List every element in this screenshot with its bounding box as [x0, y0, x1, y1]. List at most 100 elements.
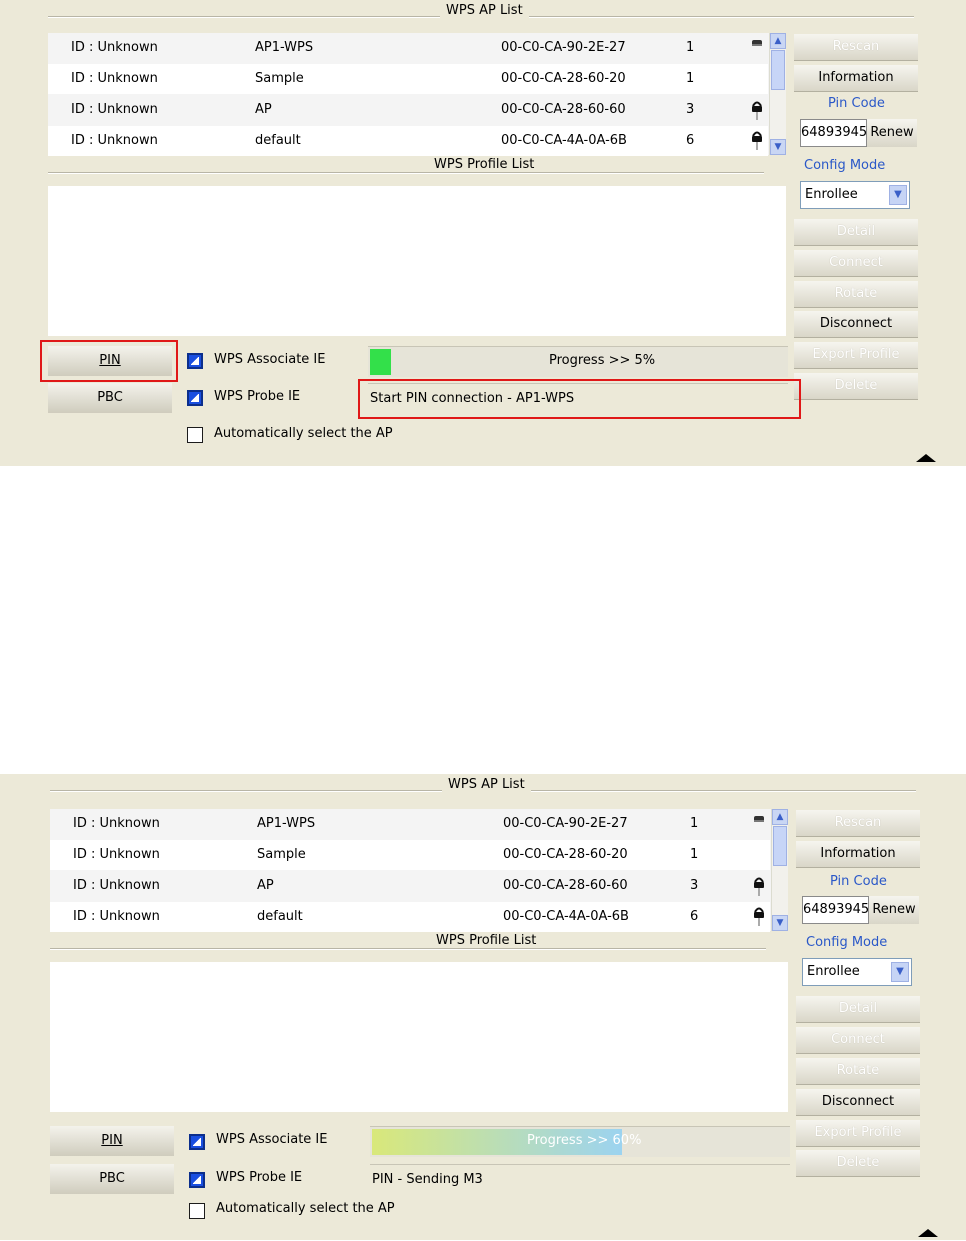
- pin-button[interactable]: PIN: [50, 1126, 174, 1156]
- config-mode-select[interactable]: Enrollee ▼: [802, 958, 912, 986]
- ap-list-scrollbar[interactable]: ▲ ▼: [769, 33, 786, 155]
- ap-row[interactable]: ID : Unknown Sample 00-C0-CA-28-60-20 1: [50, 840, 770, 870]
- pin-code-label: Pin Code: [830, 874, 887, 889]
- ap-channel: 6: [690, 909, 699, 924]
- ap-bssid: 00-C0-CA-28-60-60: [503, 878, 628, 893]
- ap-ssid: AP: [255, 102, 272, 117]
- ap-ssid: AP: [257, 878, 274, 893]
- delete-button[interactable]: Delete: [796, 1150, 920, 1177]
- ap-id: ID : Unknown: [73, 878, 160, 893]
- ap-list-scrollbar[interactable]: ▲ ▼: [771, 809, 788, 931]
- ap-row[interactable]: ID : Unknown AP1-WPS 00-C0-CA-90-2E-27 1: [50, 809, 770, 839]
- scroll-down-icon[interactable]: ▼: [770, 139, 786, 155]
- ap-bssid: 00-C0-CA-90-2E-27: [503, 816, 628, 831]
- pin-code-field[interactable]: 64893945: [800, 119, 867, 147]
- probe-ie-checkbox[interactable]: [187, 390, 203, 406]
- ap-bssid: 00-C0-CA-4A-0A-6B: [501, 133, 627, 148]
- ap-ssid: AP1-WPS: [255, 40, 314, 55]
- ap-row[interactable]: ID : Unknown AP1-WPS 00-C0-CA-90-2E-27 1: [48, 33, 768, 63]
- probe-ie-label: WPS Probe IE: [216, 1170, 303, 1185]
- associate-ie-checkbox[interactable]: [189, 1134, 205, 1150]
- pbc-button[interactable]: PBC: [48, 383, 172, 413]
- ap-list[interactable]: ID : Unknown AP1-WPS 00-C0-CA-90-2E-27 1…: [48, 33, 786, 156]
- auto-select-checkbox[interactable]: [187, 427, 203, 443]
- status-field: PIN - Sending M3: [370, 1164, 790, 1195]
- lock-icon: [752, 131, 762, 150]
- pin-code-label: Pin Code: [828, 96, 885, 111]
- delete-button[interactable]: Delete: [794, 373, 918, 400]
- export-profile-button[interactable]: Export Profile: [796, 1120, 920, 1147]
- detail-button[interactable]: Detail: [796, 996, 920, 1023]
- export-profile-button[interactable]: Export Profile: [794, 342, 918, 369]
- connect-button[interactable]: Connect: [796, 1027, 920, 1054]
- pin-button-label: PIN: [101, 1133, 123, 1148]
- renew-button[interactable]: Renew: [867, 119, 917, 147]
- auto-select-checkbox[interactable]: [189, 1203, 205, 1219]
- auto-select-label: Automatically select the AP: [216, 1201, 395, 1216]
- rotate-button[interactable]: Rotate: [796, 1058, 920, 1085]
- ap-row[interactable]: ID : Unknown Sample 00-C0-CA-28-60-20 1: [48, 64, 768, 94]
- pin-code-field[interactable]: 64893945: [802, 896, 869, 924]
- ap-row[interactable]: ID : Unknown AP 00-C0-CA-28-60-60 3: [48, 95, 768, 125]
- auto-select-label: Automatically select the AP: [214, 426, 393, 441]
- open-lock-icon: [752, 40, 762, 46]
- scrollbar-thumb[interactable]: [771, 50, 785, 90]
- collapse-arrow-icon[interactable]: [918, 1229, 938, 1237]
- associate-ie-label: WPS Associate IE: [216, 1132, 328, 1147]
- ap-row[interactable]: ID : Unknown default 00-C0-CA-4A-0A-6B 6: [48, 126, 768, 156]
- progress-text: Progress >> 5%: [549, 353, 656, 368]
- rotate-button[interactable]: Rotate: [794, 281, 918, 308]
- progress-fill: [370, 349, 391, 375]
- ap-channel: 3: [690, 878, 699, 893]
- disconnect-button[interactable]: Disconnect: [796, 1089, 920, 1116]
- profile-list-title: WPS Profile List: [430, 933, 543, 948]
- profile-list-title: WPS Profile List: [428, 157, 541, 172]
- chevron-down-icon[interactable]: ▼: [889, 185, 907, 205]
- ap-ssid: default: [255, 133, 301, 148]
- profile-list-divider: [48, 172, 764, 174]
- ap-channel: 1: [686, 40, 695, 55]
- chevron-down-icon[interactable]: ▼: [891, 962, 909, 982]
- ap-list[interactable]: ID : Unknown AP1-WPS 00-C0-CA-90-2E-27 1…: [50, 809, 788, 932]
- config-mode-select[interactable]: Enrollee ▼: [800, 181, 910, 209]
- ap-id: ID : Unknown: [71, 133, 158, 148]
- ap-row[interactable]: ID : Unknown default 00-C0-CA-4A-0A-6B 6: [50, 902, 770, 932]
- ap-bssid: 00-C0-CA-90-2E-27: [501, 40, 626, 55]
- probe-ie-checkbox[interactable]: [189, 1172, 205, 1188]
- disconnect-button[interactable]: Disconnect: [794, 311, 918, 338]
- wps-panel-step-1: WPS AP List ID : Unknown AP1-WPS 00-C0-C…: [0, 0, 966, 466]
- probe-ie-label: WPS Probe IE: [214, 389, 301, 404]
- associate-ie-checkbox[interactable]: [187, 353, 203, 369]
- profile-list[interactable]: [50, 962, 788, 1112]
- ap-list-title: WPS AP List: [442, 777, 531, 792]
- lock-icon: [754, 907, 764, 926]
- pin-highlight-box: [40, 340, 178, 382]
- scroll-up-icon[interactable]: ▲: [770, 33, 786, 49]
- rescan-button[interactable]: Rescan: [796, 810, 920, 837]
- ap-row[interactable]: ID : Unknown AP 00-C0-CA-28-60-60 3: [50, 871, 770, 901]
- progress-bar: Progress >> 60%: [370, 1126, 790, 1157]
- ap-ssid: AP1-WPS: [257, 816, 316, 831]
- pbc-button-label: PBC: [97, 390, 123, 405]
- connect-button[interactable]: Connect: [794, 250, 918, 277]
- open-lock-icon: [754, 816, 764, 822]
- scroll-up-icon[interactable]: ▲: [772, 809, 788, 825]
- scroll-down-icon[interactable]: ▼: [772, 915, 788, 931]
- config-mode-value: Enrollee: [805, 187, 858, 202]
- renew-button[interactable]: Renew: [869, 896, 919, 924]
- ap-channel: 1: [690, 847, 699, 862]
- information-button[interactable]: Information: [794, 65, 918, 92]
- scrollbar-thumb[interactable]: [773, 826, 787, 866]
- config-mode-label: Config Mode: [806, 935, 888, 950]
- collapse-arrow-icon[interactable]: [916, 454, 936, 462]
- status-highlight-box: [358, 379, 801, 419]
- ap-id: ID : Unknown: [71, 71, 158, 86]
- lock-icon: [752, 101, 762, 120]
- pbc-button[interactable]: PBC: [50, 1164, 174, 1194]
- rescan-button[interactable]: Rescan: [794, 34, 918, 61]
- lock-icon: [754, 877, 764, 896]
- information-button[interactable]: Information: [796, 841, 920, 868]
- ap-ssid: Sample: [257, 847, 306, 862]
- profile-list[interactable]: [48, 186, 786, 336]
- detail-button[interactable]: Detail: [794, 219, 918, 246]
